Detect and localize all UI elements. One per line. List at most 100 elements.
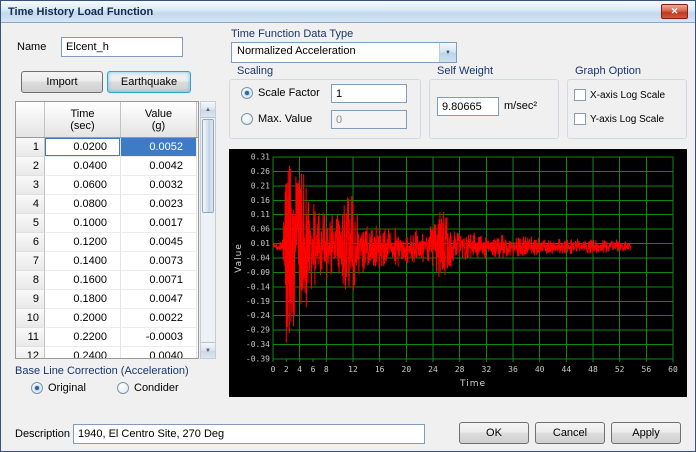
cancel-button[interactable]: Cancel (535, 422, 605, 444)
cell-value[interactable]: -0.0003 (121, 328, 197, 347)
radio-original-label: Original (48, 382, 86, 394)
row-number[interactable]: 12 (16, 347, 45, 358)
cell-value[interactable]: 0.0042 (121, 157, 197, 176)
graph-option-group (567, 79, 687, 139)
cell-time[interactable]: 0.0800 (45, 195, 121, 214)
column-header-value[interactable]: Value (g) (121, 102, 197, 137)
cell-value[interactable]: 0.0023 (121, 195, 197, 214)
baseline-correction-label: Base Line Correction (Acceleration) (15, 365, 189, 377)
checkbox-x-log-label: X-axis Log Scale (590, 89, 666, 101)
row-number[interactable]: 9 (16, 290, 45, 309)
row-number[interactable]: 3 (16, 176, 45, 195)
radio-original[interactable]: Original (31, 382, 86, 394)
scroll-down-button[interactable]: ▼ (201, 342, 215, 358)
close-icon: ✕ (670, 6, 679, 16)
row-number[interactable]: 1 (16, 138, 45, 157)
radio-scale-factor-icon (241, 87, 253, 99)
close-button[interactable]: ✕ (661, 4, 688, 19)
scrollbar-thumb[interactable] (202, 119, 214, 213)
radio-max-value[interactable]: Max. Value (241, 113, 312, 125)
radio-condider[interactable]: Condider (117, 382, 179, 394)
cell-time[interactable]: 0.1400 (45, 252, 121, 271)
checkbox-x-log-scale[interactable]: X-axis Log Scale (574, 89, 665, 101)
table-corner-cell (16, 102, 45, 137)
time-history-load-function-dialog: Time History Load Function ✕ Name Import… (0, 0, 696, 452)
svg-text:0.16: 0.16 (251, 196, 270, 205)
checkbox-y-log-scale[interactable]: Y-axis Log Scale (574, 113, 664, 125)
table-row: 7 0.1400 0.0073 (16, 252, 198, 271)
svg-text:8: 8 (324, 365, 329, 374)
checkbox-y-log-label: Y-axis Log Scale (590, 113, 665, 125)
cell-value[interactable]: 0.0017 (121, 214, 197, 233)
table-row: 11 0.2200 -0.0003 (16, 328, 198, 347)
row-number[interactable]: 5 (16, 214, 45, 233)
svg-text:0.11: 0.11 (251, 210, 270, 219)
self-weight-unit: m/sec² (504, 100, 537, 112)
table-row: 6 0.1200 0.0045 (16, 233, 198, 252)
svg-text:56: 56 (642, 365, 652, 374)
table-row: 8 0.1600 0.0071 (16, 271, 198, 290)
svg-text:-0.04: -0.04 (246, 254, 270, 263)
cell-time[interactable]: 0.1200 (45, 233, 121, 252)
cell-time[interactable]: 0.1800 (45, 290, 121, 309)
cell-value[interactable]: 0.0040 (121, 347, 197, 358)
cell-time[interactable]: 0.2200 (45, 328, 121, 347)
svg-text:0.01: 0.01 (251, 239, 270, 248)
cell-time[interactable]: 0.0400 (45, 157, 121, 176)
row-number[interactable]: 4 (16, 195, 45, 214)
cell-time[interactable]: 0.1600 (45, 271, 121, 290)
cell-value[interactable]: 0.0047 (121, 290, 197, 309)
row-number[interactable]: 10 (16, 309, 45, 328)
svg-text:36: 36 (508, 365, 518, 374)
column-header-time[interactable]: Time (sec) (45, 102, 121, 137)
row-number[interactable]: 8 (16, 271, 45, 290)
ok-button[interactable]: OK (459, 422, 529, 444)
cell-time[interactable]: 0.1000 (45, 214, 121, 233)
svg-text:20: 20 (402, 365, 412, 374)
scale-factor-input[interactable] (331, 84, 407, 103)
svg-text:52: 52 (615, 365, 625, 374)
cell-value[interactable]: 0.0073 (121, 252, 197, 271)
row-number[interactable]: 11 (16, 328, 45, 347)
svg-text:12: 12 (348, 365, 358, 374)
table-row: 10 0.2000 0.0022 (16, 309, 198, 328)
svg-text:60: 60 (668, 365, 678, 374)
data-type-label: Time Function Data Type (231, 28, 354, 40)
apply-button[interactable]: Apply (611, 422, 681, 444)
cell-value[interactable]: 0.0045 (121, 233, 197, 252)
graph-option-group-label: Graph Option (575, 65, 642, 77)
data-type-select[interactable]: Normalized Acceleration ▼ (231, 42, 457, 63)
svg-text:0.26: 0.26 (251, 167, 270, 176)
cell-value[interactable]: 0.0032 (121, 176, 197, 195)
data-type-value: Normalized Acceleration (237, 45, 356, 57)
scroll-up-icon: ▲ (205, 106, 211, 113)
table-scrollbar[interactable]: ▲ ▼ (200, 101, 216, 359)
svg-text:0.06: 0.06 (251, 225, 270, 234)
svg-text:0.31: 0.31 (251, 153, 270, 162)
self-weight-input[interactable] (437, 97, 499, 116)
max-value-input[interactable] (331, 110, 407, 129)
cell-time[interactable]: 0.0600 (45, 176, 121, 195)
row-number[interactable]: 2 (16, 157, 45, 176)
name-input[interactable] (61, 37, 183, 57)
scroll-up-button[interactable]: ▲ (201, 102, 215, 118)
radio-condider-label: Condider (134, 382, 179, 394)
cell-time[interactable]: 0.2400 (45, 347, 121, 358)
row-number[interactable]: 7 (16, 252, 45, 271)
radio-max-value-label: Max. Value (258, 113, 313, 125)
combo-dropdown-button[interactable]: ▼ (439, 43, 456, 62)
cell-time[interactable]: 0.2000 (45, 309, 121, 328)
cell-time[interactable]: 0.0200 (45, 138, 121, 157)
cell-value[interactable]: 0.0022 (121, 309, 197, 328)
table-row: 12 0.2400 0.0040 (16, 347, 198, 358)
cell-value[interactable]: 0.0052 (121, 138, 197, 157)
description-input[interactable] (73, 424, 425, 444)
row-number[interactable]: 6 (16, 233, 45, 252)
cell-value[interactable]: 0.0071 (121, 271, 197, 290)
scaling-group-label: Scaling (237, 65, 274, 77)
svg-text:-0.14: -0.14 (246, 282, 270, 291)
radio-scale-factor[interactable]: Scale Factor (241, 87, 320, 99)
title-bar[interactable]: Time History Load Function ✕ (1, 1, 695, 23)
earthquake-button[interactable]: Earthquake (107, 71, 191, 93)
import-button[interactable]: Import (21, 71, 103, 93)
